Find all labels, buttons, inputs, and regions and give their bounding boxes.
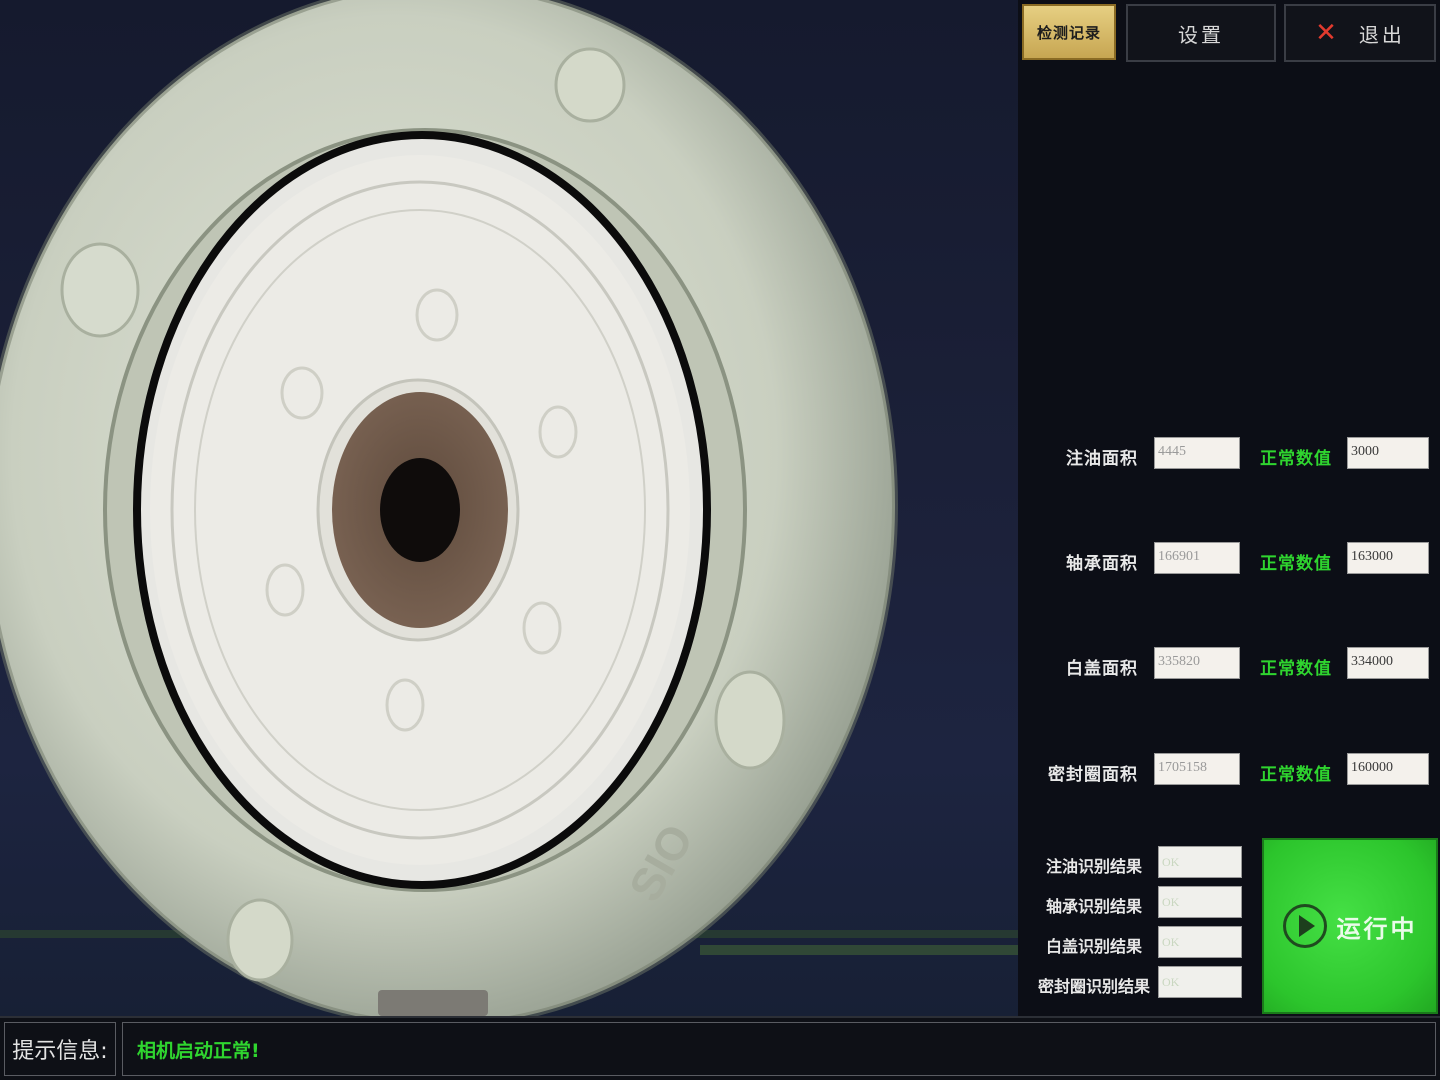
records-button[interactable]: 检测记录 <box>1022 4 1116 60</box>
measure-value-bearing[interactable]: 166901 <box>1154 542 1240 574</box>
result-value-bearing[interactable]: OK <box>1158 886 1242 918</box>
result-value-seal[interactable]: OK <box>1158 966 1242 998</box>
settings-button[interactable]: 设置 <box>1126 4 1276 62</box>
status-label: 提示信息: <box>4 1022 116 1076</box>
camera-image: SIO <box>0 0 1018 1016</box>
center-hole <box>380 458 460 562</box>
run-button-label: 运行中 <box>1336 914 1418 943</box>
result-value-cover[interactable]: OK <box>1158 926 1242 958</box>
status-bar: 提示信息: 相机启动正常! <box>0 1016 1440 1080</box>
normal-value-bearing[interactable]: 163000 <box>1347 542 1429 574</box>
side-panel: 检测记录 设置 ✕ 退出 注油面积 4445 正常数值 3000 轴承面积 16… <box>1018 0 1440 1016</box>
normal-label-cover: 正常数值 <box>1260 659 1332 679</box>
measure-label-bearing: 轴承面积 <box>1066 554 1138 574</box>
normal-value-cover[interactable]: 334000 <box>1347 647 1429 679</box>
result-label-cover: 白盖识别结果 <box>1045 937 1142 956</box>
exit-button[interactable]: ✕ 退出 <box>1284 4 1436 62</box>
play-icon <box>1282 904 1327 948</box>
measure-label-seal: 密封圈面积 <box>1048 765 1138 785</box>
result-label-bearing: 轴承识别结果 <box>1045 897 1142 916</box>
camera-view: SIO <box>0 0 1018 1016</box>
exit-button-label: 退出 <box>1358 22 1405 47</box>
measure-value-cover[interactable]: 335820 <box>1154 647 1240 679</box>
close-icon: ✕ <box>1315 18 1337 48</box>
settings-button-label: 设置 <box>1178 22 1224 47</box>
result-value-oil[interactable]: OK <box>1158 846 1242 878</box>
result-label-seal: 密封圈识别结果 <box>1037 977 1150 996</box>
measure-label-cover: 白盖面积 <box>1066 659 1138 679</box>
normal-label-seal: 正常数值 <box>1260 765 1332 785</box>
run-button[interactable]: 运行中 <box>1262 838 1438 1014</box>
measure-value-seal[interactable]: 1705158 <box>1154 753 1240 785</box>
normal-value-oil[interactable]: 3000 <box>1347 437 1429 469</box>
status-message: 相机启动正常! <box>122 1022 1436 1076</box>
result-label-oil: 注油识别结果 <box>1045 857 1142 876</box>
normal-value-seal[interactable]: 160000 <box>1347 753 1429 785</box>
normal-label-oil: 正常数值 <box>1260 449 1332 469</box>
normal-label-bearing: 正常数值 <box>1260 554 1332 574</box>
measure-label-oil: 注油面积 <box>1066 449 1138 469</box>
measure-value-oil[interactable]: 4445 <box>1154 437 1240 469</box>
